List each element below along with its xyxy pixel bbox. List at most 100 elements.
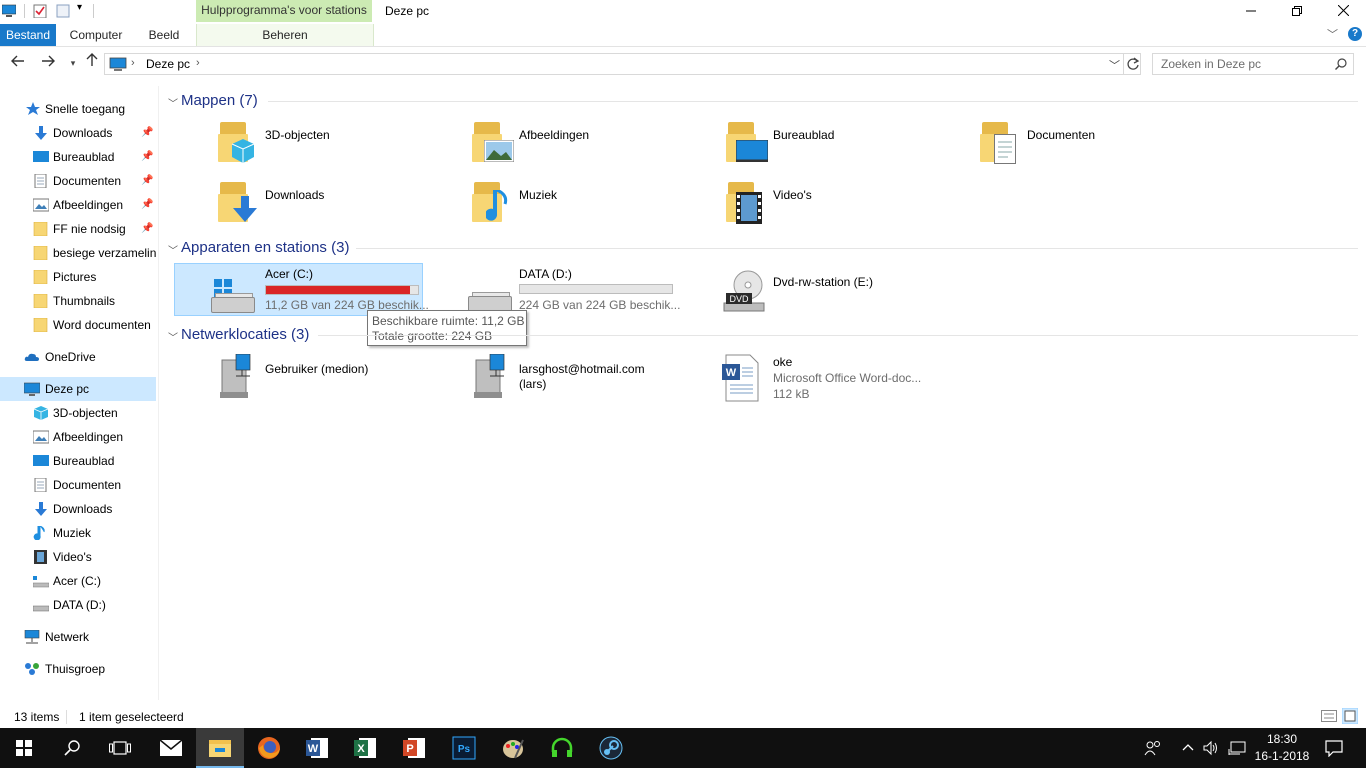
nav-quick-folder[interactable]: Thumbnails: [0, 289, 156, 313]
folder-tile[interactable]: Video's: [724, 180, 964, 228]
expand-ribbon-icon[interactable]: ﹀: [1327, 26, 1338, 42]
nav-quick-desktop[interactable]: Bureaublad 📌: [0, 145, 156, 169]
network-tray-icon[interactable]: [1228, 740, 1246, 756]
computer-icon[interactable]: [2, 4, 16, 18]
folder-tile[interactable]: Afbeeldingen: [470, 120, 710, 168]
drive-space-text: 224 GB van 224 GB beschik...: [519, 298, 681, 312]
drive-tile-dvd[interactable]: DVD Dvd-rw-station (E:): [718, 263, 967, 316]
action-center-icon[interactable]: [1325, 739, 1343, 757]
back-button[interactable]: [8, 53, 28, 73]
task-view-button[interactable]: [96, 728, 144, 768]
taskbar-app-file-explorer[interactable]: [196, 728, 244, 768]
help-icon[interactable]: ?: [1348, 27, 1362, 41]
nav-this-pc[interactable]: Deze pc: [0, 377, 156, 401]
folder-tile[interactable]: Downloads: [216, 180, 456, 228]
people-icon[interactable]: [1144, 740, 1162, 756]
nav-pc-3d-objects[interactable]: 3D-objecten: [0, 401, 156, 425]
taskbar-app-word[interactable]: W: [293, 728, 341, 768]
breadcrumb-item[interactable]: Deze pc: [146, 57, 190, 71]
clock-time[interactable]: 18:30: [1255, 732, 1309, 746]
group-header-network[interactable]: Netwerklocaties (3): [181, 325, 309, 345]
forward-button[interactable]: [38, 53, 58, 73]
breadcrumb-separator-icon[interactable]: ›: [196, 57, 200, 69]
properties-icon[interactable]: [33, 4, 47, 18]
pictures-icon: [484, 140, 514, 162]
nav-quick-pictures[interactable]: Afbeeldingen 📌: [0, 193, 156, 217]
clock-date[interactable]: 16-1-2018: [1252, 749, 1312, 763]
tab-manage[interactable]: Beheren: [196, 24, 374, 46]
dvd-badge-text: DVD: [729, 294, 749, 304]
refresh-icon[interactable]: [1126, 57, 1140, 71]
taskbar-app-mail[interactable]: [146, 728, 194, 768]
nav-quick-folder[interactable]: besiege verzameling: [0, 241, 156, 265]
volume-icon[interactable]: [1203, 740, 1219, 756]
svg-text:W: W: [308, 743, 319, 755]
drive-tile-d[interactable]: DATA (D:) 224 GB van 224 GB beschik...: [464, 263, 713, 316]
network-location-label: Gebruiker (medion): [265, 362, 369, 376]
up-button[interactable]: [82, 53, 102, 73]
maximize-button[interactable]: [1274, 0, 1320, 22]
collapse-chevron-icon[interactable]: ﹀: [168, 242, 178, 257]
address-bar[interactable]: › Deze pc › ﹀: [104, 53, 1141, 75]
folder-icon: [33, 246, 48, 260]
network-location-tile[interactable]: larsghost@hotmail.com (lars): [466, 352, 715, 404]
window-title: Deze pc: [385, 4, 430, 18]
nav-quick-folder[interactable]: FF nie nodsig 📌: [0, 217, 156, 241]
drive-tile-c[interactable]: Acer (C:) 11,2 GB van 224 GB beschik...: [174, 263, 429, 316]
nav-pc-pictures[interactable]: Afbeeldingen: [0, 425, 156, 449]
folder-tile[interactable]: Muziek: [470, 180, 710, 228]
details-view-icon[interactable]: [1321, 710, 1337, 722]
collapse-chevron-icon[interactable]: ﹀: [168, 329, 178, 344]
new-folder-icon[interactable]: [56, 4, 70, 18]
nav-quick-documents[interactable]: Documenten 📌: [0, 169, 156, 193]
breadcrumb-separator-icon[interactable]: ›: [131, 57, 135, 69]
taskbar-app-excel[interactable]: X: [341, 728, 389, 768]
minimize-button[interactable]: [1228, 0, 1274, 22]
large-icons-view-icon[interactable]: [1342, 708, 1358, 724]
group-header-devices[interactable]: Apparaten en stations (3): [181, 238, 349, 258]
tab-computer[interactable]: Computer: [60, 24, 132, 46]
nav-pc-videos[interactable]: Video's: [0, 545, 156, 569]
group-header-folders[interactable]: Mappen (7): [181, 91, 258, 111]
taskbar-app-powerpoint[interactable]: P: [390, 728, 438, 768]
close-button[interactable]: [1320, 0, 1366, 22]
nav-pc-drive-d[interactable]: DATA (D:): [0, 593, 156, 617]
nav-pc-music[interactable]: Muziek: [0, 521, 156, 545]
network-location-tile[interactable]: W oke Microsoft Office Word-doc... 112 k…: [716, 352, 965, 404]
taskbar-app-razer[interactable]: [538, 728, 586, 768]
nav-homegroup[interactable]: Thuisgroep: [0, 657, 156, 681]
nav-quick-access[interactable]: Snelle toegang: [0, 97, 156, 121]
taskbar-app-firefox[interactable]: [245, 728, 293, 768]
folder-tile[interactable]: Documenten: [978, 120, 1218, 168]
nav-pc-documents[interactable]: Documenten: [0, 473, 156, 497]
taskbar-app-steam[interactable]: [587, 728, 635, 768]
taskbar-app-paint[interactable]: [489, 728, 537, 768]
folder-tile[interactable]: Bureaublad: [724, 120, 964, 168]
nav-quick-folder[interactable]: Word documenten: [0, 313, 156, 337]
chevron-up-icon[interactable]: [1182, 743, 1194, 751]
tab-view[interactable]: Beeld: [136, 24, 192, 46]
pin-icon: 📌: [141, 175, 154, 186]
pin-icon: 📌: [141, 223, 154, 234]
nav-quick-downloads[interactable]: Downloads 📌: [0, 121, 156, 145]
address-dropdown-icon[interactable]: ﹀: [1109, 57, 1120, 73]
search-button[interactable]: [48, 728, 96, 768]
network-location-tile[interactable]: Gebruiker (medion): [212, 352, 461, 404]
tab-file[interactable]: Bestand: [0, 24, 56, 46]
nav-pc-desktop[interactable]: Bureaublad: [0, 449, 156, 473]
customize-quick-access-icon[interactable]: ▾: [77, 2, 82, 13]
search-icon[interactable]: [1335, 58, 1347, 70]
folder-tile[interactable]: 3D-objecten: [216, 120, 456, 168]
nav-quick-folder[interactable]: Pictures: [0, 265, 156, 289]
nav-label: Documenten: [53, 478, 122, 492]
collapse-chevron-icon[interactable]: ﹀: [168, 95, 178, 110]
nav-network[interactable]: Netwerk: [0, 625, 156, 649]
nav-onedrive[interactable]: OneDrive: [0, 345, 156, 369]
nav-pc-drive-c[interactable]: Acer (C:): [0, 569, 156, 593]
start-button[interactable]: [0, 728, 48, 768]
recent-locations-button[interactable]: ▾: [63, 53, 83, 73]
taskbar-app-photoshop[interactable]: Ps: [440, 728, 488, 768]
nav-pc-downloads[interactable]: Downloads: [0, 497, 156, 521]
task-view-icon: [109, 741, 131, 755]
search-input[interactable]: Zoeken in Deze pc: [1152, 53, 1354, 75]
